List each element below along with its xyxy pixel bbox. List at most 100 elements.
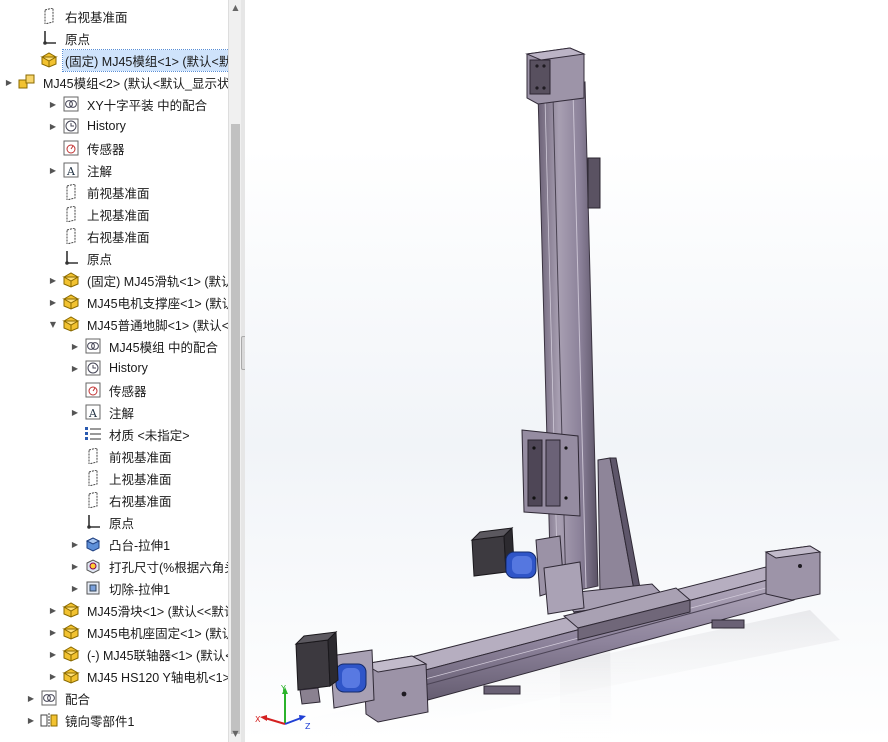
part-icon xyxy=(40,51,58,69)
cut-icon xyxy=(84,579,102,597)
tree-item-label: MJ45模组 中的配合 xyxy=(109,340,219,355)
scrollbar-thumb[interactable] xyxy=(231,124,240,734)
tree-item[interactable]: 传感器 xyxy=(0,137,228,159)
expand-arrow-icon[interactable]: ▶ xyxy=(26,715,36,725)
tree-item[interactable]: ▶ 打孔尺寸(%根据六角头螺) xyxy=(0,555,228,577)
annotation-icon: A xyxy=(62,161,80,179)
tree-item[interactable]: ▶ 凸台-拉伸1 xyxy=(0,533,228,555)
tree-scrollbar[interactable]: ▲ ▼ xyxy=(228,0,242,742)
column-carriage xyxy=(521,429,581,517)
expand-arrow-icon[interactable]: ▶ xyxy=(48,627,58,637)
tree-item[interactable]: ▶ 切除-拉伸1 xyxy=(0,577,228,599)
tree-item[interactable]: 上视基准面 xyxy=(0,203,228,225)
tree-item-label: 材质 <未指定> xyxy=(109,428,190,443)
tree-item-label: MJ45电机支撑座<1> (默认<< xyxy=(87,296,228,311)
expand-arrow-icon[interactable]: ▶ xyxy=(48,649,58,659)
tree-item[interactable]: (固定) MJ45模组<1> (默认<默认_ xyxy=(0,48,228,72)
mates-icon xyxy=(84,337,102,355)
tree-item[interactable]: ▶ MJ45 HS120 Y轴电机<1> (默 xyxy=(0,665,228,687)
tree-item-label: 镜向零部件1 xyxy=(65,714,135,729)
tree-item[interactable]: ▶ MJ45电机座固定<1> (默认<< xyxy=(0,621,228,643)
tree-item-label: 凸台-拉伸1 xyxy=(109,538,171,553)
triad-x-label: X xyxy=(255,715,261,724)
expand-arrow-icon[interactable]: ▶ xyxy=(48,671,58,681)
tree-item[interactable]: ▶ MJ45模组<2> (默认<默认_显示状 xyxy=(0,71,228,93)
tree-item[interactable]: ▶ A 注解 xyxy=(0,401,228,423)
tree-item[interactable]: 传感器 xyxy=(0,379,228,401)
expand-arrow-icon[interactable]: ▶ xyxy=(70,583,80,593)
assembly-icon xyxy=(18,73,36,91)
sensor-icon xyxy=(62,139,80,157)
tree-item-label: XY十字平装 中的配合 xyxy=(87,98,208,113)
tree-item-label: 打孔尺寸(%根据六角头螺) xyxy=(109,560,228,575)
tree-item[interactable]: ▶ MJ45滑块<1> (默认<<默认> xyxy=(0,599,228,621)
expand-arrow-icon[interactable]: ▶ xyxy=(48,275,58,285)
plane-icon xyxy=(84,469,102,487)
tree-item[interactable]: 右视基准面 xyxy=(0,225,228,247)
tree-item[interactable]: 前视基准面 xyxy=(0,181,228,203)
tree-item[interactable]: 上视基准面 xyxy=(0,467,228,489)
expand-arrow-icon[interactable]: ▶ xyxy=(4,77,14,87)
mates-icon xyxy=(62,95,80,113)
tree-item[interactable]: 右视基准面 xyxy=(0,5,228,27)
origin-icon xyxy=(40,29,58,47)
view-triad: Y X Z xyxy=(255,684,315,734)
tree-item[interactable]: ▶ History xyxy=(0,115,228,137)
tree-item[interactable]: 右视基准面 xyxy=(0,489,228,511)
expand-arrow-icon[interactable]: ▶ xyxy=(48,165,58,175)
plane-icon xyxy=(62,183,80,201)
tree-item[interactable]: ▶ History xyxy=(0,357,228,379)
tree-item[interactable]: 材质 <未指定> xyxy=(0,423,228,445)
tree-item-label: 前视基准面 xyxy=(87,186,150,201)
collapse-arrow-icon[interactable]: ▼ xyxy=(48,319,58,329)
triad-z-label: Z xyxy=(305,722,311,731)
history-icon xyxy=(84,359,102,377)
expand-arrow-icon[interactable]: ▶ xyxy=(26,693,36,703)
tree-item-label: MJ45滑块<1> (默认<<默认> xyxy=(87,604,228,619)
mates-icon xyxy=(40,689,58,707)
tree-item-label: MJ45电机座固定<1> (默认<< xyxy=(87,626,228,641)
tree-item[interactable]: ▼ MJ45普通地脚<1> (默认<<默 xyxy=(0,313,228,335)
mirror-icon xyxy=(40,711,58,729)
expand-arrow-icon[interactable]: ▶ xyxy=(70,363,80,373)
plane-icon xyxy=(84,447,102,465)
feature-manager-tree: 右视基准面原点(固定) MJ45模组<1> (默认<默认_▶MJ45模组<2> … xyxy=(0,0,228,742)
tree-item-label: 原点 xyxy=(87,252,113,267)
part-icon xyxy=(62,293,80,311)
part-icon xyxy=(62,667,80,685)
tree-item[interactable]: ▶ (-) MJ45联轴器<1> (默认<<默 xyxy=(0,643,228,665)
expand-arrow-icon[interactable]: ▶ xyxy=(70,341,80,351)
graphics-viewport[interactable]: Y X Z xyxy=(245,0,888,742)
expand-arrow-icon[interactable]: ▶ xyxy=(48,99,58,109)
plane-icon xyxy=(62,227,80,245)
tree-item-label: MJ45 HS120 Y轴电机<1> (默 xyxy=(87,670,228,685)
tree-item[interactable]: ▶ XY十字平装 中的配合 xyxy=(0,93,228,115)
expand-arrow-icon[interactable]: ▶ xyxy=(48,121,58,131)
tree-item[interactable]: ▶ (固定) MJ45滑轨<1> (默认<< xyxy=(0,269,228,291)
tree-item[interactable]: ▶ 镜向零部件1 xyxy=(0,709,228,731)
tree-item[interactable]: ▶ A 注解 xyxy=(0,159,228,181)
expand-arrow-icon[interactable]: ▶ xyxy=(48,605,58,615)
svg-text:A: A xyxy=(66,165,76,178)
tree-item[interactable]: 前视基准面 xyxy=(0,445,228,467)
tree-item[interactable]: 原点 xyxy=(0,511,228,533)
tree-item[interactable]: 原点 xyxy=(0,27,228,49)
expand-arrow-icon[interactable]: ▶ xyxy=(70,407,80,417)
plane-icon xyxy=(40,7,58,25)
expand-arrow-icon[interactable]: ▶ xyxy=(70,539,80,549)
tree-item[interactable]: 原点 xyxy=(0,247,228,269)
tree-item[interactable]: ▶ 配合 xyxy=(0,687,228,709)
tree-item-label: 右视基准面 xyxy=(109,494,172,509)
hole-icon xyxy=(84,557,102,575)
tree-item-label: MJ45模组<2> (默认<默认_显示状 xyxy=(43,76,228,91)
tree-item[interactable]: ▶ MJ45电机支撑座<1> (默认<< xyxy=(0,291,228,313)
tree-item-label: (-) MJ45联轴器<1> (默认<<默 xyxy=(87,648,228,663)
expand-arrow-icon[interactable]: ▶ xyxy=(70,561,80,571)
expand-arrow-icon[interactable]: ▶ xyxy=(48,297,58,307)
tree-item[interactable]: ▶ MJ45模组 中的配合 xyxy=(0,335,228,357)
